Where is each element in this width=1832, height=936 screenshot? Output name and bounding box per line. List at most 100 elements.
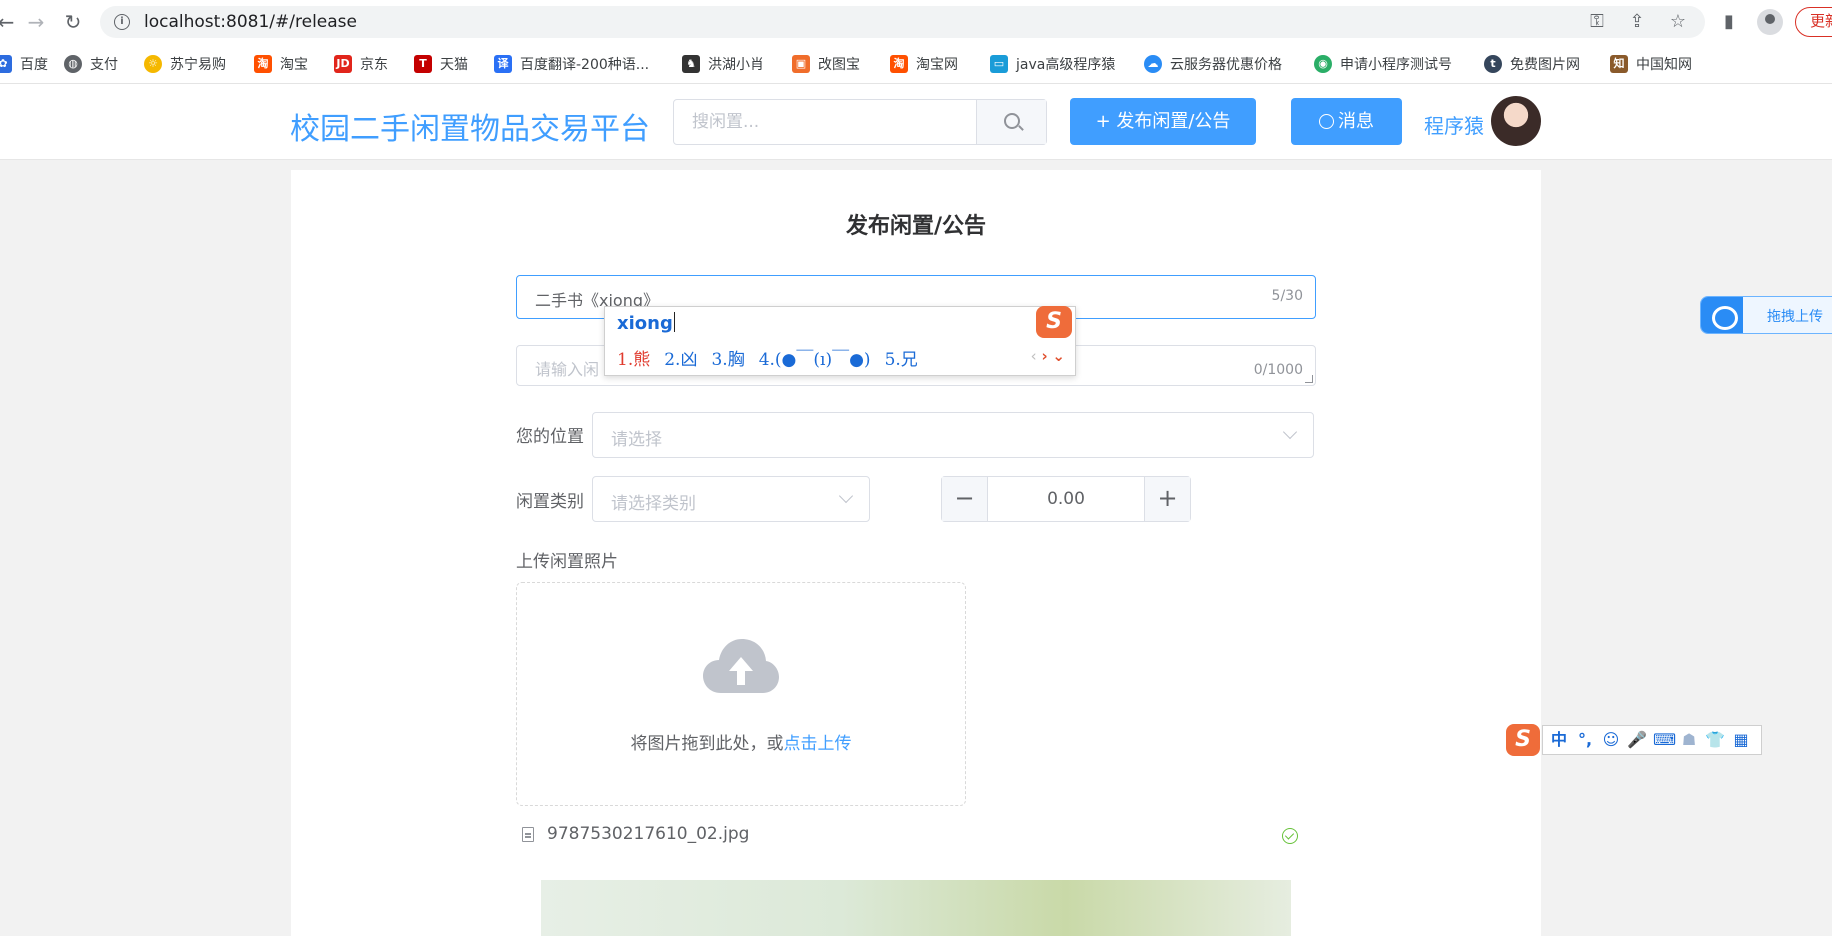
bookmark-item[interactable]: t 免费图片网: [1484, 53, 1580, 75]
username[interactable]: 程序猿: [1424, 110, 1484, 139]
ime-candidate-window: xiong 1.熊 2.凶 3.胸 4.(●￣(ı)￣●) 5.兄 ‹ › ⌄: [604, 306, 1076, 376]
punctuation-icon[interactable]: °,: [1575, 730, 1595, 750]
lion-icon: ☼: [144, 55, 162, 73]
resize-handle-icon[interactable]: [1305, 375, 1313, 383]
chat-icon: [1319, 114, 1334, 129]
bookmark-item[interactable]: T 天猫: [414, 53, 468, 75]
bookmark-item[interactable]: ☼ 苏宁易购: [144, 53, 226, 75]
ime-candidate[interactable]: 5.兄: [885, 350, 918, 370]
wechat-icon: ◉: [1314, 55, 1332, 73]
check-circle-icon: [1282, 828, 1298, 844]
cnki-icon: 知: [1610, 55, 1628, 73]
back-icon[interactable]: ←: [0, 10, 18, 34]
image-icon: ▣: [792, 55, 810, 73]
bookmark-item[interactable]: ◍ 支付: [64, 53, 118, 75]
uploaded-file-item[interactable]: 9787530217610_02.jpg: [516, 820, 1306, 850]
update-button[interactable]: 更新: [1795, 7, 1832, 37]
app-header: 校园二手闲置物品交易平台 + 发布闲置/公告 消息 程序猿: [0, 84, 1832, 160]
chevron-down-icon: [838, 488, 854, 504]
upload-cloud-icon: [703, 639, 779, 693]
globe-icon: ◍: [64, 55, 82, 73]
sogou-logo-icon[interactable]: S: [1506, 724, 1540, 756]
taobao-icon: 淘: [890, 55, 908, 73]
drag-upload-widget[interactable]: 拖拽上传: [1700, 296, 1832, 334]
bookmarks-bar: ✿ 百度 ◍ 支付 ☼ 苏宁易购 淘淘宝 JD 京东 T 天猫 译百度翻译-200种语..…: [0, 44, 1832, 84]
bookmark-item[interactable]: ♞ 洪湖小肖: [682, 53, 764, 75]
upload-hint: 将图片拖到此处，或点击上传: [630, 734, 852, 754]
search-icon: [1004, 113, 1020, 129]
browser-toolbar: ← → ↻ i localhost:8081/#/release ⚿ ⇪ ☆ ▮…: [0, 0, 1832, 44]
ime-candidate[interactable]: 3.胸: [711, 350, 744, 370]
avatar[interactable]: [1491, 96, 1541, 146]
ime-candidate[interactable]: 4.(●￣(ı)￣●): [759, 350, 871, 370]
location-select[interactable]: 请选择: [592, 412, 1314, 458]
prev-page-icon[interactable]: ‹: [1031, 347, 1037, 365]
upload-dropzone[interactable]: 将图片拖到此处，或点击上传: [516, 582, 966, 806]
description-placeholder: 请输入闲: [535, 360, 600, 379]
ime-candidate[interactable]: 1.熊: [617, 350, 650, 370]
message-button[interactable]: 消息: [1291, 98, 1402, 145]
ime-candidate[interactable]: 2.凶: [664, 350, 697, 370]
bookmark-item[interactable]: 淘淘宝网: [890, 53, 958, 75]
price-value[interactable]: 0.00: [988, 477, 1144, 521]
search-input[interactable]: [674, 100, 976, 144]
bookmark-item[interactable]: 译百度翻译-200种语...: [494, 53, 649, 75]
bookmark-item[interactable]: ☁ 云服务器优惠价格: [1144, 53, 1282, 75]
side-panel-icon[interactable]: ▮: [1717, 10, 1741, 34]
microphone-icon[interactable]: 🎤: [1627, 730, 1647, 750]
bilibili-icon: ▭: [990, 55, 1008, 73]
ime-page-controls: ‹ › ⌄: [1031, 347, 1065, 365]
key-icon[interactable]: ⚿: [1586, 11, 1608, 33]
release-form-card: 发布闲置/公告 二手书《xiong》 5/30 请输入闲 0/1000 您的位置…: [291, 170, 1541, 936]
bookmark-item[interactable]: 知中国知网: [1610, 53, 1692, 75]
bookmark-item[interactable]: ▣ 改图宝: [792, 53, 860, 75]
horse-icon: ♞: [682, 55, 700, 73]
click-upload-link[interactable]: 点击上传: [784, 734, 852, 754]
share-icon[interactable]: ⇪: [1626, 11, 1648, 33]
increase-button[interactable]: +: [1144, 477, 1190, 521]
cloud-icon: ☁: [1144, 55, 1162, 73]
ime-status-bar: 中 °, ☺ 🎤 ⌨ ☗ 👕 ▦: [1542, 725, 1762, 755]
forward-icon[interactable]: →: [24, 10, 48, 34]
category-label: 闲置类别: [516, 492, 584, 512]
image-preview: [541, 880, 1291, 936]
publish-button[interactable]: + 发布闲置/公告: [1070, 98, 1256, 145]
expand-icon[interactable]: ⌄: [1052, 347, 1065, 365]
bookmark-item[interactable]: JD 京东: [334, 53, 388, 75]
baidu-netdisk-icon: [1701, 297, 1743, 333]
tmall-icon: T: [414, 55, 432, 73]
ime-candidate-list: 1.熊 2.凶 3.胸 4.(●￣(ı)￣●) 5.兄: [617, 345, 932, 370]
file-name: 9787530217610_02.jpg: [547, 824, 750, 844]
url-text: localhost:8081/#/release: [144, 12, 357, 32]
bookmark-item[interactable]: ◉ 申请小程序测试号: [1314, 53, 1452, 75]
profile-icon[interactable]: [1757, 9, 1783, 35]
keyboard-icon[interactable]: ⌨: [1653, 730, 1676, 750]
price-stepper: − 0.00 +: [941, 476, 1191, 522]
bookmark-item[interactable]: ✿ 百度: [0, 53, 48, 75]
site-title[interactable]: 校园二手闲置物品交易平台: [290, 104, 650, 148]
title-char-count: 5/30: [1271, 288, 1303, 304]
description-char-count: 0/1000: [1253, 362, 1303, 378]
category-select[interactable]: 请选择类别: [592, 476, 870, 522]
emoji-icon[interactable]: ☺: [1601, 730, 1621, 750]
decrease-button[interactable]: −: [942, 477, 988, 521]
location-label: 您的位置: [516, 427, 584, 447]
chinese-mode-icon[interactable]: 中: [1549, 730, 1569, 750]
bookmark-item[interactable]: 淘淘宝: [254, 53, 308, 75]
bookmark-item[interactable]: ▭ java高级程序猿: [990, 53, 1115, 75]
search-box: [673, 99, 1047, 145]
site-info-icon[interactable]: i: [114, 14, 130, 30]
ime-composition: xiong: [617, 313, 673, 334]
paw-icon: ✿: [0, 55, 12, 73]
search-button[interactable]: [976, 100, 1046, 144]
page-title: 发布闲置/公告: [845, 214, 987, 239]
user-icon[interactable]: ☗: [1679, 730, 1699, 750]
address-bar[interactable]: i localhost:8081/#/release ⚿ ⇪ ☆: [100, 6, 1705, 38]
drag-upload-label: 拖拽上传: [1767, 309, 1823, 325]
bookmark-star-icon[interactable]: ☆: [1667, 11, 1689, 33]
tumblr-icon: t: [1484, 55, 1502, 73]
reload-icon[interactable]: ↻: [61, 10, 85, 34]
toolbox-icon[interactable]: ▦: [1731, 730, 1751, 750]
skin-icon[interactable]: 👕: [1705, 730, 1725, 750]
next-page-icon[interactable]: ›: [1041, 347, 1047, 365]
